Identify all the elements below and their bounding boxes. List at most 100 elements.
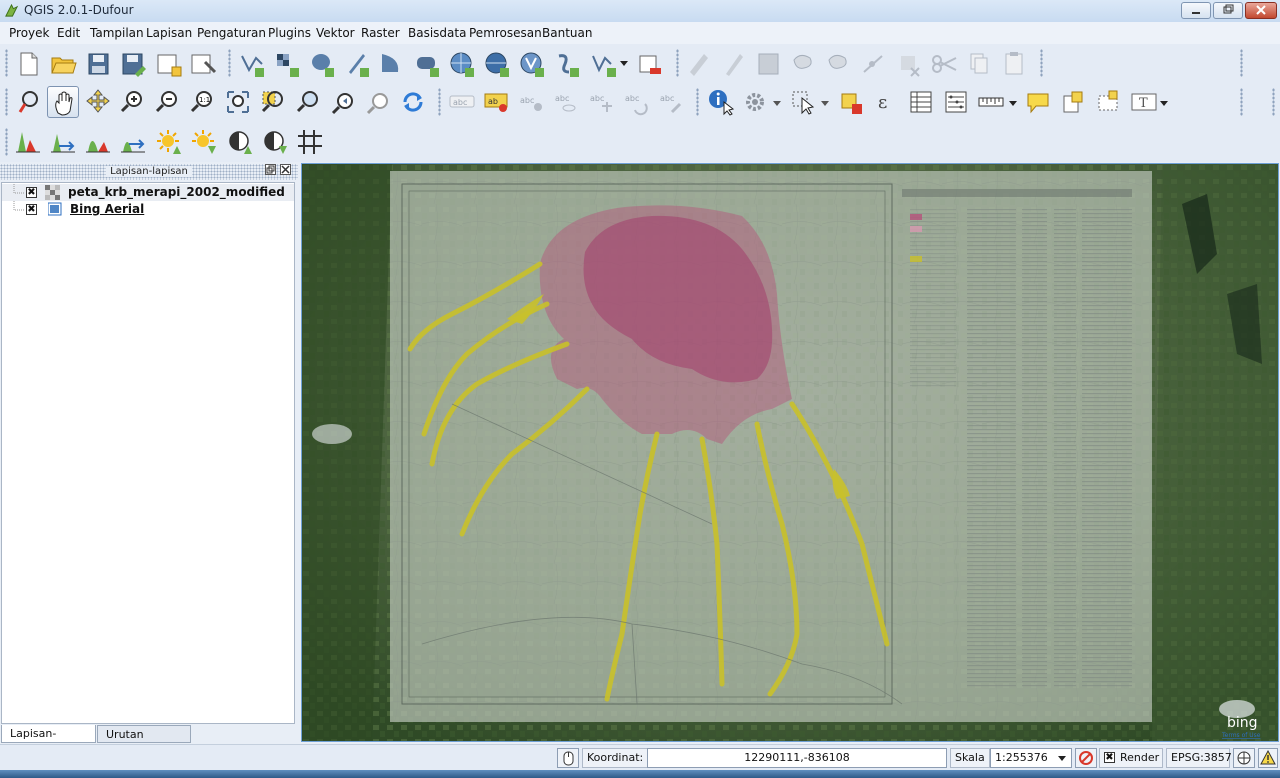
coordinate-capture-button[interactable] <box>294 126 326 158</box>
menu-basisdata[interactable]: Basisdata <box>408 26 466 40</box>
new-layer-dropdown[interactable] <box>618 48 630 80</box>
add-raster-layer-button[interactable] <box>271 48 303 80</box>
toolbar-grip[interactable] <box>5 128 8 156</box>
new-shapefile-button[interactable] <box>588 48 620 80</box>
messages-button[interactable] <box>1258 748 1278 768</box>
crs-status-button[interactable]: EPSG:3857 <box>1166 748 1232 768</box>
tab-urutan-lapisan[interactable]: Urutan Lapisan <box>97 725 191 759</box>
layer-tree[interactable]: ✖ peta_krb_merapi_2002_modified ✖ Bing A… <box>1 182 295 724</box>
new-bookmark-button[interactable] <box>1058 86 1090 118</box>
new-print-composer-button[interactable] <box>152 48 184 80</box>
pin-labels-button[interactable]: abc <box>516 86 548 118</box>
cumulative-cut-stretch-button[interactable] <box>82 126 114 158</box>
new-project-button[interactable] <box>12 48 44 80</box>
zoom-full-button[interactable] <box>222 86 254 118</box>
histogram-stretch-button[interactable] <box>12 126 44 158</box>
current-edits-button[interactable] <box>684 48 716 80</box>
menu-pemrosesan[interactable]: Pemrosesan <box>469 26 542 40</box>
map-canvas[interactable]: bing Terms of Use <box>301 163 1279 742</box>
local-cumulative-stretch-button[interactable] <box>117 126 149 158</box>
toolbar-grip[interactable] <box>1040 49 1043 77</box>
deselect-all-button[interactable] <box>836 86 868 118</box>
save-project-button[interactable] <box>82 48 114 80</box>
menu-edit[interactable]: Edit <box>57 26 80 40</box>
change-label-button[interactable]: abc <box>656 86 688 118</box>
toolbar-grip[interactable] <box>696 88 699 116</box>
move-label-button[interactable]: abc <box>586 86 618 118</box>
cut-features-button[interactable] <box>928 48 960 80</box>
decrease-contrast-button[interactable] <box>259 126 291 158</box>
measure-line-button[interactable] <box>975 86 1007 118</box>
add-vector-layer-button[interactable] <box>236 48 268 80</box>
add-mssql-layer-button[interactable] <box>376 48 408 80</box>
rotate-label-button[interactable]: abc <box>621 86 653 118</box>
menu-lapisan[interactable]: Lapisan <box>146 26 192 40</box>
zoom-actual-size-button[interactable]: 1:1 <box>187 86 219 118</box>
toolbar-grip[interactable] <box>5 88 8 116</box>
select-features-dropdown[interactable] <box>819 86 831 118</box>
menu-tampilan[interactable]: Tampilan <box>90 26 144 40</box>
add-feature-button[interactable] <box>788 48 820 80</box>
stop-render-button[interactable] <box>1075 748 1097 768</box>
scale-combobox[interactable]: 1:255376 <box>990 748 1072 768</box>
menu-vektor[interactable]: Vektor <box>316 26 355 40</box>
menu-pengaturan[interactable]: Pengaturan <box>197 26 266 40</box>
move-feature-button[interactable] <box>823 48 855 80</box>
close-panel-button[interactable] <box>280 164 291 175</box>
measure-dropdown[interactable] <box>1007 86 1019 118</box>
render-toggle[interactable]: ✖ Render <box>1099 748 1163 768</box>
open-attribute-table-button[interactable] <box>905 86 937 118</box>
render-checkbox[interactable]: ✖ <box>1104 752 1115 763</box>
pan-button[interactable] <box>47 86 79 118</box>
restore-button[interactable] <box>1213 2 1243 19</box>
toolbar-grip[interactable] <box>676 49 679 77</box>
touch-zoom-button[interactable] <box>12 86 44 118</box>
refresh-button[interactable] <box>397 86 429 118</box>
zoom-last-button[interactable] <box>327 86 359 118</box>
zoom-to-layer-button[interactable] <box>292 86 324 118</box>
show-bookmarks-button[interactable] <box>1093 86 1125 118</box>
layer-item-peta-krb-merapi[interactable]: ✖ peta_krb_merapi_2002_modified <box>2 184 294 201</box>
layer-visibility-checkbox[interactable]: ✖ <box>26 187 37 198</box>
paste-features-button[interactable] <box>998 48 1030 80</box>
zoom-in-button[interactable] <box>117 86 149 118</box>
toolbar-grip[interactable] <box>1240 49 1243 77</box>
add-oracle-layer-button[interactable] <box>411 48 443 80</box>
minimize-button[interactable] <box>1181 2 1211 19</box>
add-delimited-text-button[interactable] <box>551 48 583 80</box>
coordinate-toggle-button[interactable] <box>557 748 579 768</box>
local-histogram-stretch-button[interactable] <box>47 126 79 158</box>
float-panel-button[interactable] <box>265 164 276 175</box>
add-wfs-layer-button[interactable] <box>516 48 548 80</box>
identify-button[interactable] <box>704 86 736 118</box>
toolbar-grip[interactable] <box>1240 88 1243 116</box>
statistical-summary-button[interactable] <box>940 86 972 118</box>
show-hide-labels-button[interactable]: abc <box>551 86 583 118</box>
layer-labeling-button[interactable]: ab <box>481 86 513 118</box>
decrease-brightness-button[interactable] <box>188 126 220 158</box>
toggle-editing-button[interactable] <box>718 48 750 80</box>
text-annotation-button[interactable]: T <box>1128 86 1160 118</box>
annotation-dropdown[interactable] <box>1158 86 1170 118</box>
run-action-dropdown[interactable] <box>771 86 783 118</box>
save-as-button[interactable] <box>117 48 149 80</box>
increase-brightness-button[interactable] <box>153 126 185 158</box>
layer-item-bing-aerial[interactable]: ✖ Bing Aerial <box>2 201 294 218</box>
layer-visibility-checkbox[interactable]: ✖ <box>26 204 37 215</box>
increase-contrast-button[interactable] <box>224 126 256 158</box>
add-wcs-layer-button[interactable] <box>481 48 513 80</box>
menu-raster[interactable]: Raster <box>361 26 400 40</box>
toolbar-grip[interactable] <box>5 49 8 77</box>
field-calculator-button[interactable]: ε <box>871 86 903 118</box>
terms-of-use-link[interactable]: Terms of Use <box>1221 732 1261 739</box>
pan-to-selection-button[interactable] <box>82 86 114 118</box>
label-button[interactable]: abc <box>446 86 478 118</box>
select-features-button[interactable] <box>787 86 819 118</box>
save-edits-button[interactable] <box>753 48 785 80</box>
toolbar-grip[interactable] <box>228 49 231 77</box>
menu-proyek[interactable]: Proyek <box>9 26 49 40</box>
tab-lapisan-lapisan[interactable]: Lapisan-lapisan <box>1 725 96 758</box>
add-postgis-layer-button[interactable] <box>306 48 338 80</box>
zoom-to-selection-button[interactable] <box>257 86 289 118</box>
add-wms-layer-button[interactable] <box>446 48 478 80</box>
